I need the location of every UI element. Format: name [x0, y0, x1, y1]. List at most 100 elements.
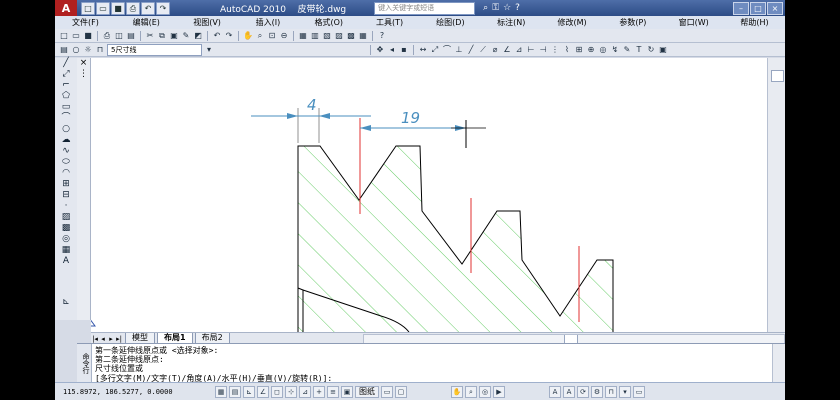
new-file-icon[interactable]: □: [81, 1, 95, 15]
dim-linear-icon[interactable]: ↔: [418, 45, 428, 55]
cut-icon[interactable]: ✂: [145, 31, 155, 41]
horizontal-scrollbar[interactable]: [363, 333, 785, 344]
dim-text-edit-icon[interactable]: T: [634, 45, 644, 55]
mtext-icon[interactable]: A: [58, 256, 74, 267]
workspace-icon[interactable]: ⚙: [591, 385, 603, 398]
qp-icon[interactable]: ▣: [341, 385, 353, 398]
steering-wheel-icon[interactable]: ◎: [479, 385, 491, 398]
tab-first-icon[interactable]: |◂: [91, 335, 99, 343]
line-icon[interactable]: ╱: [58, 58, 74, 69]
redo-icon[interactable]: ↷: [224, 31, 234, 41]
sun-icon[interactable]: ☼: [83, 45, 93, 55]
inspection-icon[interactable]: ◎: [598, 45, 608, 55]
arc-icon[interactable]: ⌒: [58, 113, 74, 124]
clean-screen-icon[interactable]: ▭: [633, 385, 645, 398]
zoom-realtime-icon[interactable]: ⌕: [255, 31, 265, 41]
showmotion-icon[interactable]: ▶: [493, 385, 505, 398]
osnap-icon[interactable]: ◻: [271, 385, 283, 398]
ellipse-arc-icon[interactable]: ◠: [58, 168, 74, 179]
tolerance-icon[interactable]: ⊞: [574, 45, 584, 55]
polygon-icon[interactable]: ⬠: [58, 91, 74, 102]
layer-state-icon[interactable]: ▪: [399, 45, 409, 55]
zoom-window-icon[interactable]: ⊡: [267, 31, 277, 41]
properties-icon[interactable]: ▦: [298, 31, 308, 41]
menu-format[interactable]: 格式(O): [298, 16, 359, 29]
dim-edit-icon[interactable]: ✎: [622, 45, 632, 55]
paste-icon[interactable]: ▣: [169, 31, 179, 41]
print-icon[interactable]: ⎙: [102, 31, 112, 41]
region-icon[interactable]: ◎: [58, 234, 74, 245]
sheet-set-icon[interactable]: ▨: [334, 31, 344, 41]
grid-icon[interactable]: ▤: [229, 385, 241, 398]
app-menu-button[interactable]: A: [55, 0, 77, 16]
dim-jogged-icon[interactable]: ⟋: [478, 45, 488, 55]
search-input[interactable]: 键入关键字或短语: [374, 1, 476, 15]
redo-icon[interactable]: ↷: [156, 1, 170, 15]
menu-dimension[interactable]: 标注(N): [481, 16, 542, 29]
revision-cloud-icon[interactable]: ☁: [58, 135, 74, 146]
quick-dim-icon[interactable]: ⊿: [514, 45, 524, 55]
zoom-previous-icon[interactable]: ⊖: [279, 31, 289, 41]
calculator-icon[interactable]: ▦: [358, 31, 368, 41]
close-icon[interactable]: ×: [77, 58, 90, 69]
copy-icon[interactable]: ⧉: [157, 31, 167, 41]
dimension-left[interactable]: 4: [251, 96, 371, 143]
dim-baseline-icon[interactable]: ⊢: [526, 45, 536, 55]
dim-angular-icon[interactable]: ∠: [502, 45, 512, 55]
tab-next-icon[interactable]: ▸: [107, 335, 115, 343]
zoom-status-icon[interactable]: ⌕: [465, 385, 477, 398]
command-window[interactable]: 命令行 第一条延伸线原点或 <选择对象>: 第二条延伸线原点: 尺寸线位置或 […: [77, 343, 785, 383]
binoculars-icon[interactable]: ⌕: [483, 3, 488, 13]
vertical-scrollbar[interactable]: [767, 58, 785, 332]
undo-icon[interactable]: ↶: [212, 31, 222, 41]
preview-icon[interactable]: ◫: [114, 31, 124, 41]
undo-icon[interactable]: ↶: [141, 1, 155, 15]
print-icon[interactable]: ⎙: [126, 1, 140, 15]
dim-space-icon[interactable]: ⋮: [550, 45, 560, 55]
hatch-icon[interactable]: ▨: [58, 212, 74, 223]
subscription-icon[interactable]: ⚿: [492, 3, 499, 13]
save-icon[interactable]: ■: [111, 1, 125, 15]
menu-parametric[interactable]: 参数(P): [602, 16, 663, 29]
pan-icon[interactable]: ✋: [243, 31, 253, 41]
drawing-area[interactable]: 4 19: [72, 58, 767, 333]
match-properties-icon[interactable]: ✎: [181, 31, 191, 41]
publish-icon[interactable]: ▤: [126, 31, 136, 41]
ducs-icon[interactable]: ⊿: [299, 385, 311, 398]
make-block-icon[interactable]: ⊟: [58, 190, 74, 201]
otrack-icon[interactable]: ⊹: [285, 385, 297, 398]
tab-last-icon[interactable]: ▸|: [115, 335, 123, 343]
insert-block-icon[interactable]: ⊞: [58, 179, 74, 190]
menu-window[interactable]: 窗口(W): [663, 16, 724, 29]
menu-help[interactable]: 帮助(H): [724, 16, 785, 29]
menu-insert[interactable]: 插入(I): [237, 16, 298, 29]
ortho-icon[interactable]: ⊾: [243, 385, 255, 398]
menu-edit[interactable]: 编辑(E): [116, 16, 177, 29]
close-button[interactable]: ×: [767, 1, 783, 15]
layer-prev-icon[interactable]: ◂: [387, 45, 397, 55]
circle-icon[interactable]: ○: [58, 124, 74, 135]
dim-continue-icon[interactable]: ⊣: [538, 45, 548, 55]
open-file-icon[interactable]: ▭: [96, 1, 110, 15]
quick-view-drawings-icon[interactable]: ▢: [395, 385, 407, 398]
ellipse-icon[interactable]: ⬭: [58, 157, 74, 168]
help-icon[interactable]: ?: [377, 31, 387, 41]
tool-palettes-icon[interactable]: ▧: [322, 31, 332, 41]
toolbar-grip-icon[interactable]: ⋮: [77, 69, 90, 80]
dim-ordinate-icon[interactable]: ⊥: [454, 45, 464, 55]
save-icon[interactable]: ■: [83, 31, 93, 41]
design-center-icon[interactable]: ▥: [310, 31, 320, 41]
dim-break-icon[interactable]: ⌇: [562, 45, 572, 55]
menu-file[interactable]: 文件(F): [55, 16, 116, 29]
menu-tools[interactable]: 工具(T): [359, 16, 420, 29]
markup-icon[interactable]: ▩: [346, 31, 356, 41]
menu-view[interactable]: 视图(V): [177, 16, 238, 29]
center-mark-icon[interactable]: ⊕: [586, 45, 596, 55]
dim-aligned-icon[interactable]: ⤢: [430, 45, 440, 55]
status-menu-icon[interactable]: ▾: [619, 385, 631, 398]
snap-icon[interactable]: ▦: [215, 385, 227, 398]
help-icon[interactable]: ?: [515, 3, 520, 13]
dim-arc-icon[interactable]: ⌒: [442, 45, 452, 55]
bulb-icon[interactable]: ○: [71, 45, 81, 55]
annotation-scale-icon[interactable]: A: [549, 385, 561, 398]
